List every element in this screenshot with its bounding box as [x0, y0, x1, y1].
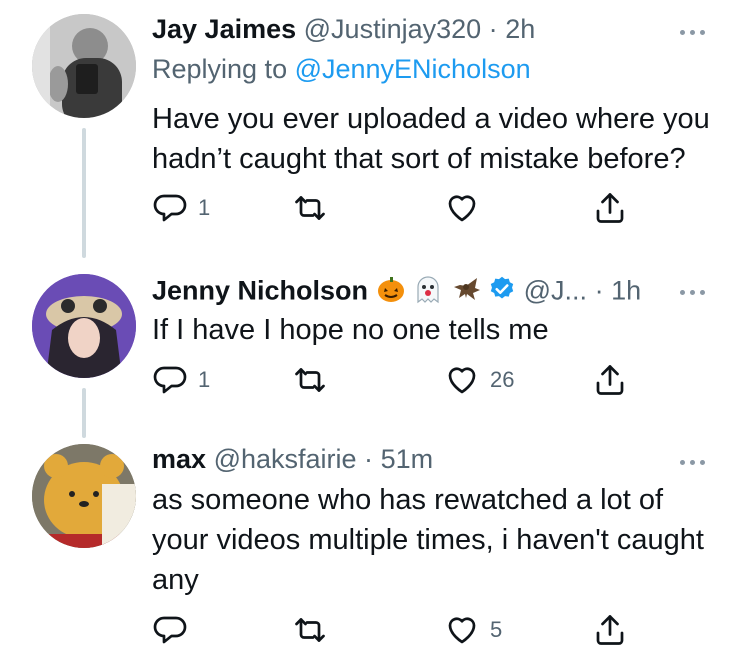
tweet[interactable]: Jenny Nicholson @J... · 1h If I have I h…: [0, 260, 750, 430]
like-count: 26: [490, 367, 515, 392]
tweet-text: Have you ever uploaded a video where you…: [152, 103, 710, 175]
retweet-button[interactable]: [292, 188, 328, 228]
like-button[interactable]: 5: [444, 610, 502, 650]
action-bar: 5: [152, 610, 632, 650]
more-options-icon[interactable]: [680, 452, 716, 472]
retweet-button[interactable]: [292, 610, 328, 650]
share-button[interactable]: [592, 188, 628, 228]
share-icon: [596, 615, 624, 645]
heart-icon: [448, 367, 476, 394]
more-options-icon[interactable]: [680, 282, 716, 302]
display-name[interactable]: max: [152, 444, 206, 474]
avatar[interactable]: [32, 14, 136, 118]
reply-count: 1: [198, 195, 211, 220]
tweet-header: Jay Jaimes @Justinjay320 · 2h: [152, 14, 535, 45]
reply-button[interactable]: 1: [152, 188, 210, 228]
reply-button[interactable]: [152, 610, 188, 650]
replying-label: Replying to: [152, 54, 295, 84]
reply-icon: [153, 366, 187, 394]
separator-dot: ·: [594, 275, 604, 306]
timestamp[interactable]: 2h: [505, 14, 535, 44]
retweet-button[interactable]: [292, 360, 328, 400]
reply-icon: [153, 194, 187, 222]
share-icon: [596, 365, 624, 395]
like-button[interactable]: 26: [444, 360, 514, 400]
separator-dot: ·: [488, 14, 498, 44]
tweet[interactable]: Jay Jaimes @Justinjay320 · 2h Replying t…: [0, 0, 750, 260]
action-bar: 1 26: [152, 360, 632, 400]
retweet-icon: [295, 618, 325, 642]
tweet-text: as someone who has rewatched a lot of yo…: [152, 484, 704, 596]
handle[interactable]: @Justinjay320: [304, 14, 482, 44]
handle[interactable]: @haksfairie: [214, 444, 357, 474]
handle[interactable]: @J...: [524, 276, 587, 306]
replying-to-link[interactable]: @JennyENicholson: [295, 54, 531, 84]
separator-dot: ·: [364, 444, 374, 474]
timestamp[interactable]: 1h: [611, 276, 641, 306]
share-icon: [596, 193, 624, 223]
pumpkin-icon: [376, 274, 406, 311]
ghost-icon: [413, 274, 443, 311]
reply-count: 1: [198, 367, 211, 392]
display-name[interactable]: Jay Jaimes: [152, 14, 296, 44]
verified-badge-icon: [488, 275, 516, 310]
tweet-header: max @haksfairie · 51m: [152, 444, 433, 475]
reply-icon: [153, 616, 187, 644]
heart-icon: [448, 195, 476, 222]
reply-button[interactable]: 1: [152, 360, 210, 400]
like-count: 5: [490, 617, 503, 642]
like-button[interactable]: [444, 188, 480, 228]
tweet-header: Jenny Nicholson @J... · 1h: [152, 274, 641, 311]
bat-icon: [451, 274, 481, 311]
timestamp[interactable]: 51m: [381, 444, 434, 474]
avatar[interactable]: [32, 444, 136, 548]
share-button[interactable]: [592, 360, 628, 400]
retweet-icon: [295, 368, 325, 392]
retweet-icon: [295, 196, 325, 220]
tweet-text: If I have I hope no one tells me: [152, 314, 549, 346]
tweet[interactable]: max @haksfairie · 51m as someone who has…: [0, 430, 750, 665]
heart-icon: [448, 617, 476, 644]
avatar[interactable]: [32, 274, 136, 378]
share-button[interactable]: [592, 610, 628, 650]
replying-to: Replying to @JennyENicholson: [152, 54, 531, 85]
more-options-icon[interactable]: [680, 22, 716, 42]
action-bar: 1: [152, 188, 632, 228]
display-name[interactable]: Jenny Nicholson: [152, 276, 368, 306]
